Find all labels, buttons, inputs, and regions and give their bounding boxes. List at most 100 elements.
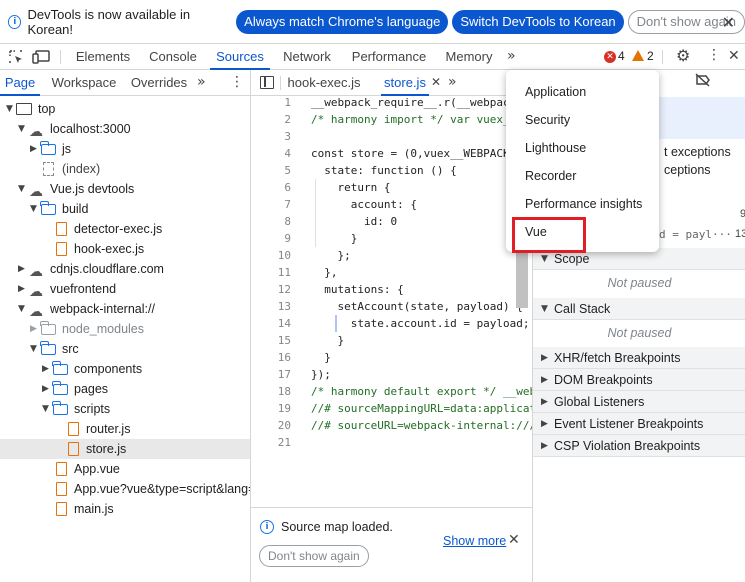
tab-page[interactable]: Page xyxy=(0,70,40,96)
menu-item-performance-insights[interactable]: Performance insights xyxy=(525,197,642,211)
tree-item-node-modules[interactable]: ▶ node_modules xyxy=(0,319,250,339)
xhr-breakpoints-section-header[interactable]: ▶ XHR/fetch Breakpoints xyxy=(533,347,745,369)
menu-item-lighthouse[interactable]: Lighthouse xyxy=(525,141,586,155)
breakpoint-code-snippet[interactable]: d = payl··· xyxy=(659,228,732,241)
line-number[interactable]: 3 xyxy=(251,128,291,145)
tree-item-app-vue[interactable]: App.vue xyxy=(0,459,250,479)
menu-item-recorder[interactable]: Recorder xyxy=(525,169,576,183)
code-line[interactable]: setAccount(state, payload) { xyxy=(311,298,522,315)
close-tab-icon[interactable]: ✕ xyxy=(431,76,441,88)
code-line[interactable]: }); xyxy=(311,366,331,383)
close-devtools-icon[interactable]: ✕ xyxy=(728,49,740,63)
menu-item-security[interactable]: Security xyxy=(525,113,570,127)
line-number[interactable]: 20 xyxy=(251,417,291,434)
warning-count[interactable]: 2 xyxy=(647,49,654,63)
tab-overrides[interactable]: Overrides xyxy=(128,70,190,96)
line-number[interactable]: 18 xyxy=(251,383,291,400)
line-number[interactable]: 4 xyxy=(251,145,291,162)
line-number[interactable]: 16 xyxy=(251,349,291,366)
more-editor-tabs-icon[interactable]: » xyxy=(448,75,457,89)
switch-to-korean-button[interactable]: Switch DevTools to Korean xyxy=(452,9,624,34)
code-line[interactable]: state: function () { xyxy=(311,162,456,179)
toggle-navigator-icon[interactable] xyxy=(260,76,274,89)
code-line[interactable]: __webpack_require__.r(__webpack_e xyxy=(311,96,530,111)
line-number[interactable]: 7 xyxy=(251,196,291,213)
tree-item-pages[interactable]: ▶ pages xyxy=(0,379,250,399)
error-count[interactable]: 4 xyxy=(618,49,625,63)
line-number[interactable]: 21 xyxy=(251,434,291,451)
line-number[interactable]: 5 xyxy=(251,162,291,179)
tree-item-vuejs-devtools[interactable]: ▼ ☁ Vue.js devtools xyxy=(0,179,250,200)
call-stack-section-header[interactable]: ▼ Call Stack xyxy=(533,298,745,320)
tree-item-build[interactable]: ▼ build xyxy=(0,199,250,219)
settings-gear-icon[interactable]: ⚙ xyxy=(676,48,690,64)
dom-breakpoints-section-header[interactable]: ▶ DOM Breakpoints xyxy=(533,369,745,391)
tree-item-localhost[interactable]: ▼ ☁ localhost:3000 xyxy=(0,119,250,140)
tree-item-detector-exec[interactable]: detector-exec.js xyxy=(0,219,250,239)
editor-tab-hook-exec[interactable]: hook-exec.js xyxy=(287,70,361,96)
line-number[interactable]: 11 xyxy=(251,264,291,281)
line-number[interactable]: 1 xyxy=(251,96,291,111)
sourcemap-dont-show-again-button[interactable]: Don't show again xyxy=(259,545,369,567)
inspect-element-icon[interactable] xyxy=(8,49,24,68)
tree-item-cdnjs[interactable]: ▶ ☁ cdnjs.cloudflare.com xyxy=(0,259,250,280)
code-line[interactable]: const store = (0,vuex__WEBPACK_IM xyxy=(311,145,530,162)
code-line[interactable]: } xyxy=(311,230,358,247)
code-line[interactable]: return { xyxy=(311,179,390,196)
tree-item-components[interactable]: ▶ components xyxy=(0,359,250,379)
line-number[interactable]: 13 xyxy=(251,298,291,315)
code-area[interactable]: 1 2 3 4 5 6 7 8 9 10 11 12 13 14 15 16 1… xyxy=(251,96,532,558)
close-icon[interactable]: ✕ xyxy=(722,13,735,32)
tree-item-js[interactable]: ▶ js xyxy=(0,139,250,159)
line-number[interactable]: 8 xyxy=(251,213,291,230)
pause-uncaught-exceptions-label[interactable]: t exceptions xyxy=(664,145,731,159)
menu-item-application[interactable]: Application xyxy=(525,85,586,99)
code-line[interactable]: account: { xyxy=(311,196,417,213)
tree-item-webpack-internal[interactable]: ▼ ☁ webpack-internal:// xyxy=(0,299,250,320)
tab-network[interactable]: Network xyxy=(276,44,338,70)
global-listeners-section-header[interactable]: ▶ Global Listeners xyxy=(533,391,745,413)
code-line[interactable]: /* harmony import */ var vuex__WE xyxy=(311,111,530,128)
tab-sources[interactable]: Sources xyxy=(210,44,270,70)
tree-item-top[interactable]: ▼ top xyxy=(0,99,250,119)
more-options-icon[interactable]: ⋮ xyxy=(707,48,721,62)
tab-workspace[interactable]: Workspace xyxy=(48,70,120,96)
line-number[interactable]: 19 xyxy=(251,400,291,417)
tab-performance[interactable]: Performance xyxy=(348,44,430,70)
editor-tab-store[interactable]: store.js xyxy=(381,70,429,96)
tree-item-scripts[interactable]: ▼ scripts xyxy=(0,399,250,419)
line-number[interactable]: 10 xyxy=(251,247,291,264)
tree-item-router[interactable]: router.js xyxy=(0,419,250,439)
more-tabs-icon[interactable]: » xyxy=(507,49,516,63)
more-navigator-tabs-icon[interactable]: » xyxy=(197,75,206,89)
code-line[interactable]: } xyxy=(311,332,344,349)
tree-item-index[interactable]: (index) xyxy=(0,159,250,179)
tab-memory[interactable]: Memory xyxy=(440,44,498,70)
code-line[interactable]: } xyxy=(311,349,331,366)
tab-console[interactable]: Console xyxy=(140,44,206,70)
always-match-language-button[interactable]: Always match Chrome's language xyxy=(236,9,449,34)
tree-item-app-vue-script[interactable]: App.vue?vue&type=script&lang= xyxy=(0,479,250,499)
line-number[interactable]: 17 xyxy=(251,366,291,383)
line-number[interactable]: 2 xyxy=(251,111,291,128)
code-line[interactable]: mutations: { xyxy=(311,281,403,298)
line-number[interactable]: 14 xyxy=(251,315,291,332)
tree-item-src[interactable]: ▼ src xyxy=(0,339,250,359)
tab-elements[interactable]: Elements xyxy=(70,44,136,70)
show-more-link[interactable]: Show more xyxy=(443,534,506,548)
line-number[interactable]: 9 xyxy=(251,230,291,247)
device-toolbar-icon[interactable] xyxy=(32,49,50,68)
tree-item-main[interactable]: main.js xyxy=(0,499,250,519)
code-line[interactable]: state.account.id = payload; xyxy=(311,315,530,332)
code-line[interactable]: /* harmony default export */ __web xyxy=(311,383,532,400)
csp-violation-breakpoints-section-header[interactable]: ▶ CSP Violation Breakpoints xyxy=(533,435,745,457)
code-line[interactable]: //# sourceMappingURL=data:applicat xyxy=(311,400,532,417)
pause-caught-exceptions-label[interactable]: ceptions xyxy=(664,163,711,177)
tree-item-vuefrontend[interactable]: ▶ ☁ vuefrontend xyxy=(0,279,250,300)
tree-item-store[interactable]: store.js xyxy=(0,439,250,459)
code-line[interactable]: }, xyxy=(311,264,337,281)
deactivate-breakpoints-icon[interactable] xyxy=(695,73,711,90)
line-number[interactable]: 6 xyxy=(251,179,291,196)
event-listener-breakpoints-section-header[interactable]: ▶ Event Listener Breakpoints xyxy=(533,413,745,435)
line-number[interactable]: 12 xyxy=(251,281,291,298)
